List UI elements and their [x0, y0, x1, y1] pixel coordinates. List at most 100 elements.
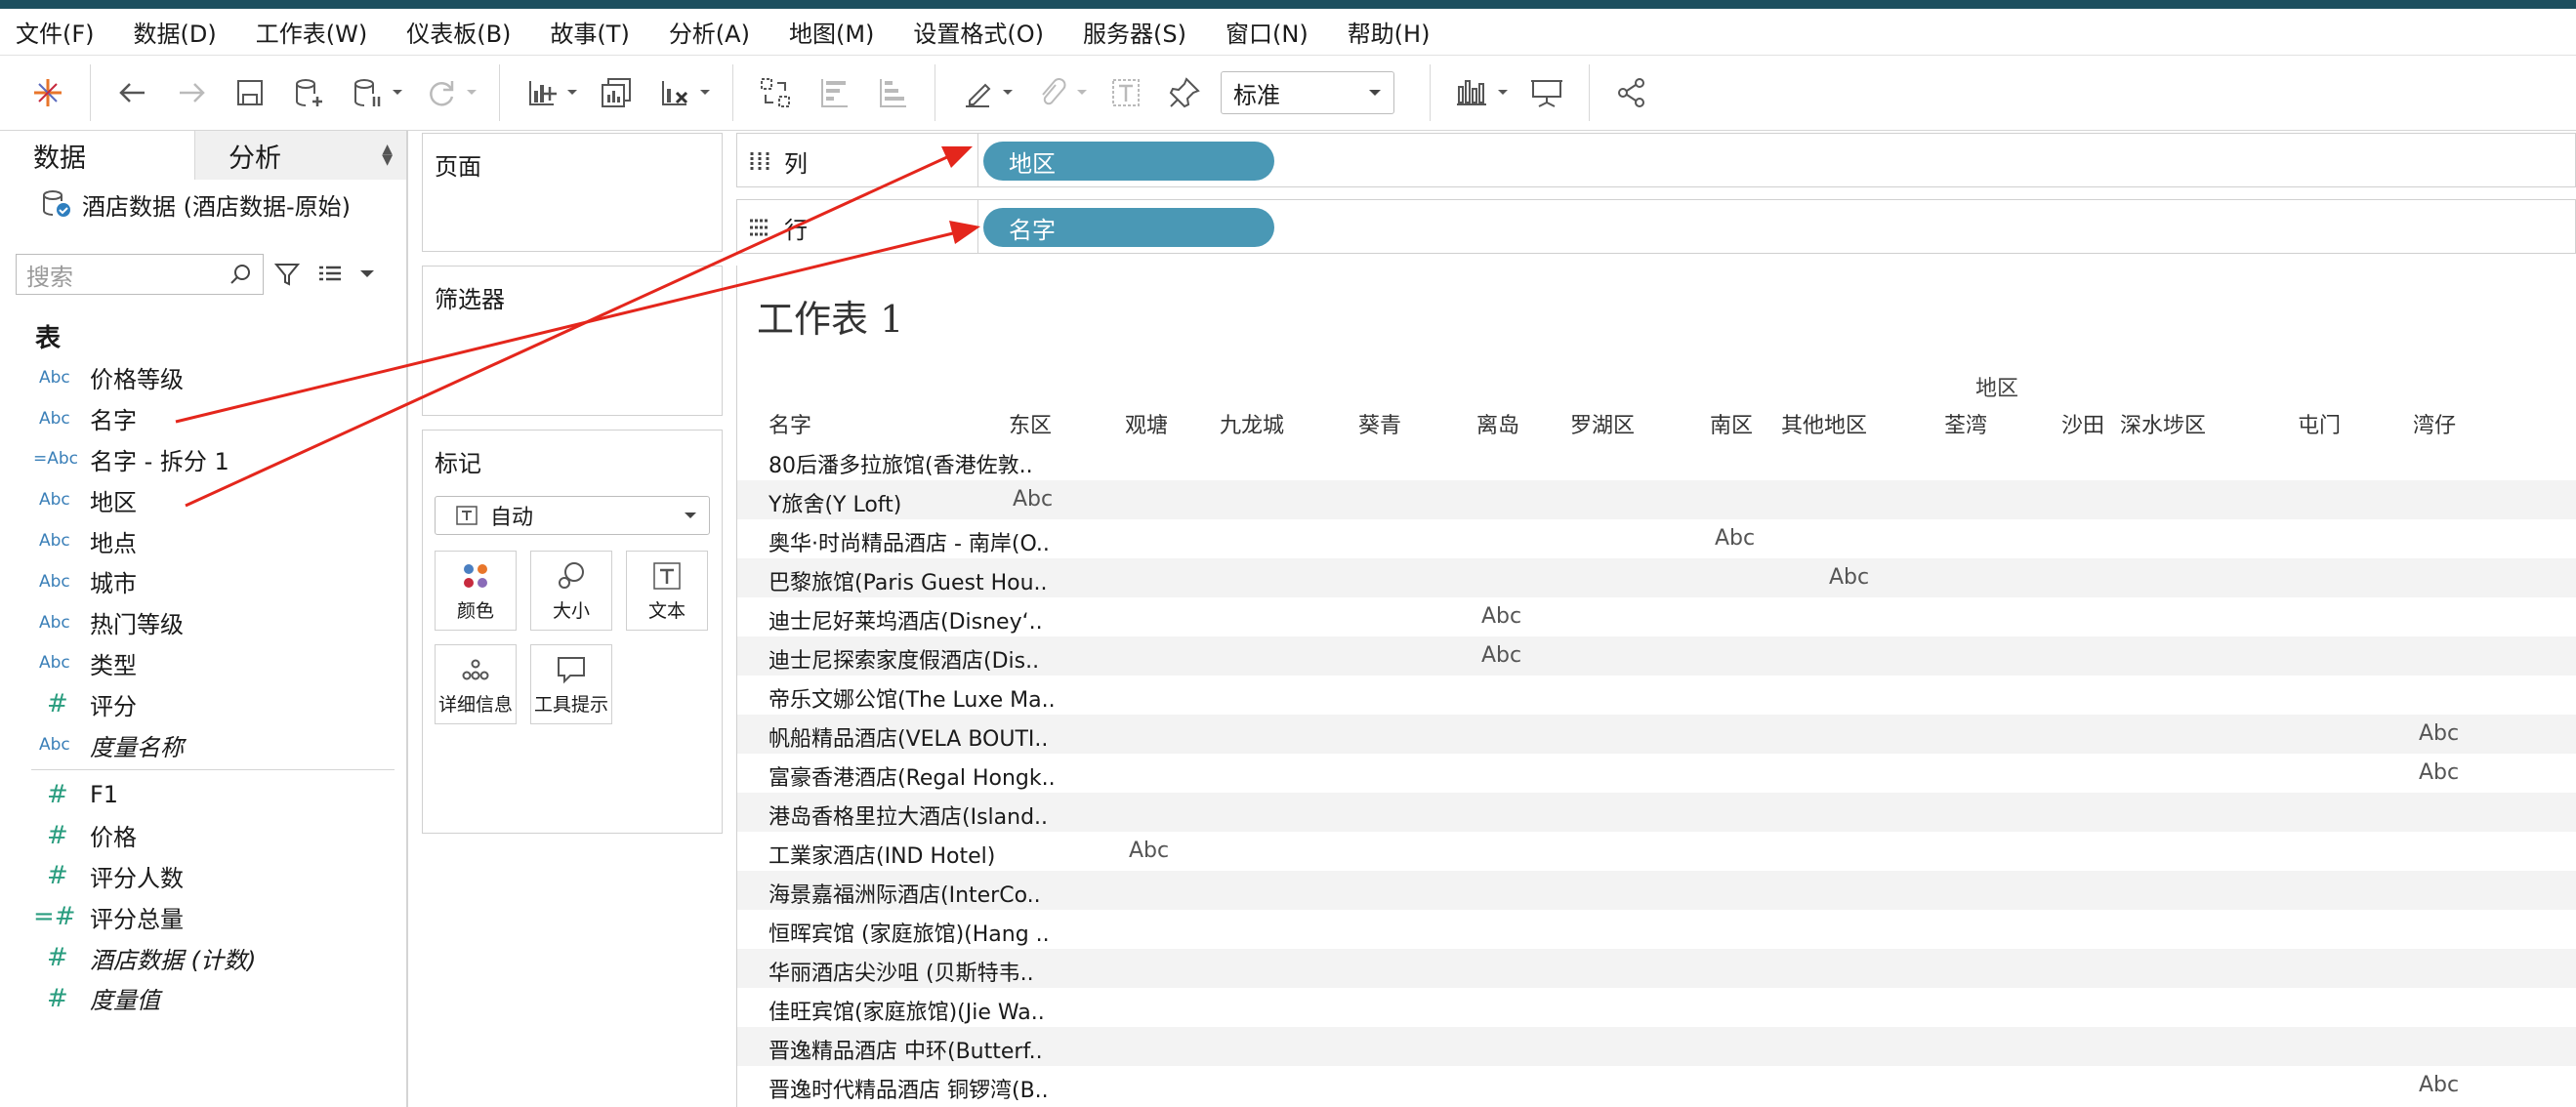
region-header[interactable]: 其他地区	[1781, 408, 1867, 439]
field-item[interactable]: Abc 地区	[0, 479, 406, 520]
field-item[interactable]: Abc 度量名称	[0, 724, 406, 765]
table-row[interactable]: 海景嘉福洲际酒店(InterCo..	[737, 871, 2576, 910]
columns-shelf[interactable]: 列 地区	[736, 133, 2576, 187]
tableau-logo-icon[interactable]	[25, 70, 70, 115]
region-header[interactable]: 荃湾	[1944, 408, 1987, 439]
rows-shelf[interactable]: 行 名字	[736, 199, 2576, 254]
chevron-down-icon[interactable]	[359, 269, 375, 279]
menu-format[interactable]: 设置格式(O)	[913, 15, 1067, 49]
tab-analysis[interactable]: 分析 ▲ ▼	[194, 131, 406, 180]
sort-descending-icon[interactable]	[870, 70, 915, 115]
table-row[interactable]: Y旅舍(Y Loft) Abc	[737, 480, 2576, 519]
new-worksheet-icon[interactable]	[519, 70, 564, 115]
tab-data[interactable]: 数据	[0, 131, 195, 180]
save-icon[interactable]	[228, 70, 272, 115]
region-header[interactable]: 离岛	[1476, 408, 1519, 439]
region-header[interactable]: 观塘	[1125, 408, 1168, 439]
menu-story[interactable]: 故事(T)	[550, 15, 652, 49]
field-item[interactable]: # F1	[0, 774, 406, 815]
menu-server[interactable]: 服务器(S)	[1083, 15, 1210, 49]
field-item[interactable]: Abc 城市	[0, 561, 406, 602]
text-button[interactable]: 文本	[626, 551, 708, 631]
worksheet-title[interactable]: 工作表 1	[757, 289, 903, 343]
region-header[interactable]: 葵青	[1358, 408, 1401, 439]
field-item[interactable]: =Abc 名字 - 拆分 1	[0, 439, 406, 480]
table-row[interactable]: 迪士尼好莱坞酒店(Disney‘.. Abc	[737, 597, 2576, 636]
region-header[interactable]: 屯门	[2298, 408, 2341, 439]
table-row[interactable]: 晋逸时代精品酒店 铜锣湾(B.. Abc	[737, 1066, 2576, 1105]
menu-analysis[interactable]: 分析(A)	[669, 15, 773, 49]
tooltip-button[interactable]: 工具提示	[530, 644, 612, 724]
field-item[interactable]: # 酒店数据 (计数)	[0, 937, 406, 978]
region-header[interactable]: 深水埗区	[2120, 408, 2206, 439]
table-row[interactable]: 迪士尼探索家度假酒店(Dis.. Abc	[737, 636, 2576, 676]
new-datasource-icon[interactable]	[286, 70, 331, 115]
duplicate-sheet-icon[interactable]	[594, 70, 639, 115]
chevron-down-icon[interactable]	[566, 70, 580, 115]
detail-button[interactable]: 详细信息	[435, 644, 517, 724]
table-row[interactable]: 工業家酒店(IND Hotel) Abc	[737, 832, 2576, 871]
menu-worksheet[interactable]: 工作表(W)	[256, 15, 391, 49]
share-icon[interactable]	[1609, 70, 1654, 115]
field-item[interactable]: Abc 名字	[0, 398, 406, 439]
field-item[interactable]: # 度量值	[0, 978, 406, 1019]
region-header[interactable]: 罗湖区	[1570, 408, 1635, 439]
columns-pill-region[interactable]: 地区	[983, 142, 1274, 181]
region-header[interactable]: 南区	[1710, 408, 1753, 439]
chevron-down-icon[interactable]	[699, 70, 713, 115]
field-item[interactable]: =# 评分总量	[0, 896, 406, 937]
menu-window[interactable]: 窗口(N)	[1226, 15, 1332, 49]
show-labels-icon[interactable]	[1103, 70, 1148, 115]
chevron-down-icon[interactable]	[1497, 70, 1511, 115]
field-item[interactable]: Abc 类型	[0, 643, 406, 684]
pause-updates-icon[interactable]	[345, 70, 390, 115]
menu-help[interactable]: 帮助(H)	[1348, 15, 1454, 49]
menu-dashboard[interactable]: 仪表板(B)	[406, 15, 534, 49]
field-item[interactable]: # 评分	[0, 683, 406, 724]
swap-rows-columns-icon[interactable]	[753, 70, 798, 115]
table-row[interactable]: 恒晖宾馆 (家庭旅馆)(Hang ..	[737, 910, 2576, 949]
table-row[interactable]: 港岛香格里拉大酒店(Island..	[737, 793, 2576, 832]
rows-pill-name[interactable]: 名字	[983, 208, 1274, 247]
filter-icon[interactable]	[273, 261, 301, 288]
chevron-down-icon[interactable]	[1002, 70, 1016, 115]
back-icon[interactable]	[110, 70, 155, 115]
field-item[interactable]: Abc 热门等级	[0, 602, 406, 643]
menu-map[interactable]: 地图(M)	[789, 15, 897, 49]
highlight-icon[interactable]	[955, 70, 1000, 115]
table-row[interactable]: 晋逸精品酒店 中环(Butterf..	[737, 1027, 2576, 1066]
table-row[interactable]: 帆船精品酒店(VELA BOUTI.. Abc	[737, 715, 2576, 754]
chevron-down-icon[interactable]	[466, 70, 479, 115]
row-header-name[interactable]: 名字	[769, 408, 811, 439]
table-row[interactable]: 佳旺宾馆(家庭旅馆)(Jie Wa..	[737, 988, 2576, 1027]
filters-shelf[interactable]: 筛选器	[422, 266, 723, 416]
sort-ascending-icon[interactable]	[811, 70, 856, 115]
fix-axes-pin-icon[interactable]	[1162, 70, 1207, 115]
chevron-down-icon[interactable]	[1076, 70, 1090, 115]
clear-sheet-icon[interactable]	[652, 70, 697, 115]
mark-type-select[interactable]: 自动	[435, 496, 710, 535]
chevron-down-icon[interactable]	[392, 70, 405, 115]
refresh-icon[interactable]	[419, 70, 464, 115]
color-button[interactable]: 颜色	[435, 551, 517, 631]
field-item[interactable]: # 评分人数	[0, 856, 406, 897]
region-header[interactable]: 九龙城	[1220, 408, 1284, 439]
forward-icon[interactable]	[169, 70, 214, 115]
table-row[interactable]: 帝乐文娜公馆(The Luxe Ma..	[737, 676, 2576, 715]
pages-shelf[interactable]: 页面	[422, 133, 723, 252]
field-item[interactable]: Abc 地点	[0, 520, 406, 561]
view-list-icon[interactable]	[316, 261, 344, 288]
worksheet-view[interactable]: 工作表 1 地区 名字 东区 观塘 九龙城 葵青 离岛 罗湖区 南区 其他地区 荃湾 沙田 深水埗区…	[736, 266, 2576, 1107]
table-row[interactable]: 80后潘多拉旅馆(香港佐敦..	[737, 441, 2576, 480]
datasource-item[interactable]: 酒店数据 (酒店数据-原始)	[0, 180, 406, 228]
table-row[interactable]: 奥华·时尚精品酒店 - 南岸(O.. Abc	[737, 519, 2576, 558]
region-header[interactable]: 沙田	[2061, 408, 2104, 439]
table-row[interactable]: 华丽酒店尖沙咀 (贝斯特韦..	[737, 949, 2576, 988]
field-item[interactable]: # 价格	[0, 815, 406, 856]
field-item[interactable]: Abc 价格等级	[0, 357, 406, 398]
menu-file[interactable]: 文件(F)	[16, 15, 118, 49]
search-input[interactable]: 搜索	[16, 254, 264, 295]
menu-data[interactable]: 数据(D)	[134, 15, 240, 49]
table-row[interactable]: 富豪香港酒店(Regal Hongk.. Abc	[737, 754, 2576, 793]
group-paperclip-icon[interactable]	[1029, 70, 1074, 115]
